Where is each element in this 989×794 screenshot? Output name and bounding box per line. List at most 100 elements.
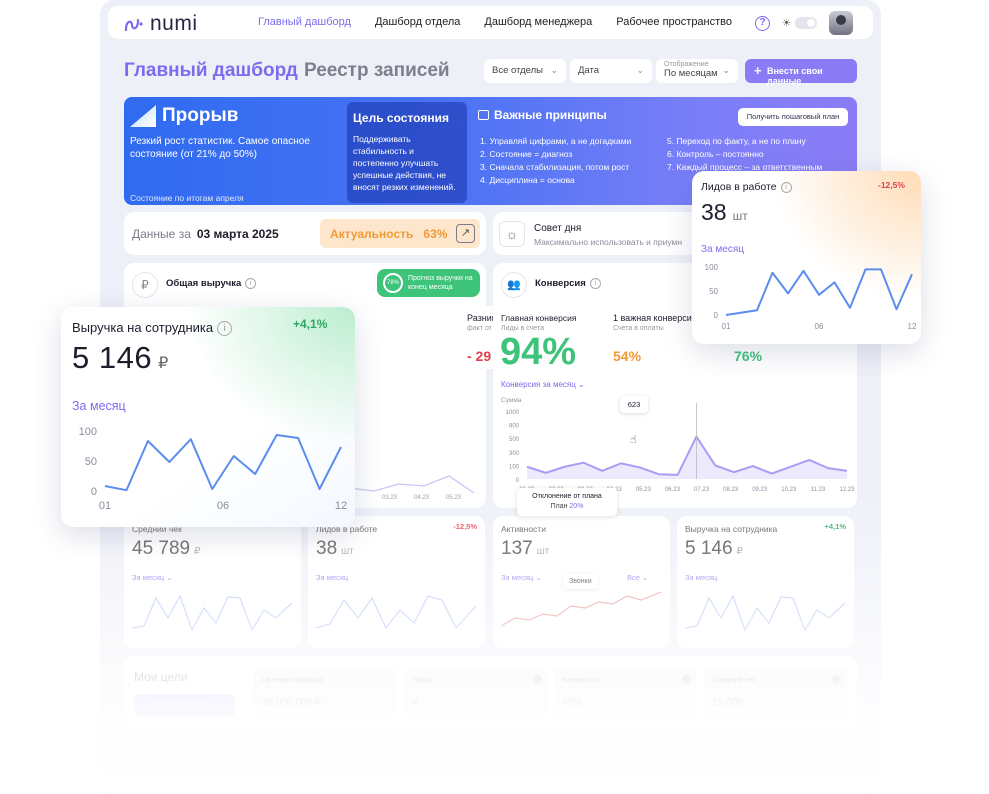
conversion-title: Конверсия (535, 278, 586, 290)
leads-card: Лидов в работе -12,5% 38 шт За месяц (308, 516, 485, 648)
revenue-per-employee-chart: 100 50 001 06 12 (79, 426, 347, 512)
month-select[interactable]: За месяц ⌄ (501, 573, 542, 582)
goal-item: Лиды 4 (405, 668, 548, 718)
x-tick-label: 08.23 (723, 487, 739, 493)
principle-item: 1. Управляй цифрами, а не догадками (480, 136, 632, 146)
card-unit: шт (536, 546, 550, 557)
logo[interactable]: numi (124, 12, 198, 36)
info-icon[interactable]: i (589, 278, 601, 289)
x-tick-label: 05.23 (636, 487, 652, 493)
chevron-down-icon: ⌄ (550, 65, 558, 75)
actuality-value: 63% (423, 227, 448, 241)
date-select-value: Дата (578, 65, 600, 76)
leads-chart: 100 50 001 06 12 (705, 263, 917, 331)
principle-item: 4. Дисциплина = основа (480, 175, 575, 185)
goal-value: 4 (413, 697, 419, 708)
chat-icon (478, 110, 489, 120)
revenue-per-employee-popup: Выручка на сотрудника i +4,1% 5 146 ₽ За м… (61, 307, 355, 527)
edit-goals-button[interactable]: Редактировать (134, 694, 235, 717)
y-tick-label: 300 (509, 451, 520, 457)
popup-value: 38 (701, 199, 727, 225)
principle-item: 2. Состояние = диагноз (480, 149, 573, 159)
nav-links: Главный дашборд Дашборд отдела Дашборд м… (258, 16, 732, 28)
activity-tooltip: Звонки (563, 574, 598, 589)
card-title: Активности (501, 524, 546, 534)
nav-main-dashboard[interactable]: Главный дашборд (258, 16, 351, 28)
chevron-down-icon: ⌄ (722, 65, 730, 75)
x-tick-label: 01 (99, 500, 111, 512)
y-tick-label: 100 (509, 464, 520, 470)
principles-left: 1. Управляй цифрами, а не догадками 2. С… (480, 135, 631, 187)
goal-label: Конверсия (562, 675, 599, 684)
month-select[interactable]: За месяц (316, 573, 348, 582)
tip-text: Максимально использовать и приумн (534, 237, 683, 247)
popup-value: 5 146 (72, 340, 153, 375)
nav-right: ? ☀ (755, 11, 853, 35)
goal-value: 30 000 000 ₽ (262, 697, 322, 708)
revenue-per-employee-card: Выручка на сотрудника +4,1% 5 146 ₽ За ме… (677, 516, 854, 648)
add-data-button[interactable]: Внести свои данные (745, 59, 857, 86)
get-plan-button[interactable]: Получить пошаговый план (738, 108, 848, 126)
theme-toggle[interactable] (795, 17, 817, 29)
sun-icon: ☼ (499, 221, 525, 247)
x-tick-label: 06 (217, 500, 229, 512)
growth-icon (130, 105, 156, 127)
info-icon[interactable]: i (217, 321, 233, 337)
principles-title: Важные принципы (494, 108, 607, 122)
info-icon[interactable]: i (245, 278, 257, 289)
month-select[interactable]: За месяц ⌄ (132, 573, 173, 582)
theme-switch[interactable]: ☀ (782, 17, 817, 29)
page-title[interactable]: Главный дашборд (124, 60, 298, 82)
state-block: Прорыв Резкий рост статистик. Самое опас… (130, 105, 340, 203)
y-tick-label: 100 (705, 263, 719, 272)
arrow-up-right-icon[interactable]: ↗ (456, 224, 475, 243)
popup-month[interactable]: За месяц (701, 244, 744, 255)
avg-check-card: Средний чек 45 789 ₽ За месяц ⌄ (124, 516, 301, 648)
conversion-month-select[interactable]: Конверсия за месяц ⌄ (501, 380, 585, 389)
xtick: 05.23 (446, 495, 462, 501)
nav-dept-dashboard[interactable]: Дашборд отдела (375, 16, 460, 28)
help-icon[interactable]: ? (755, 15, 771, 31)
y-tick-label: 0 (91, 486, 97, 498)
conversion-month-label: Конверсия за месяц (501, 380, 576, 389)
y-tick-label: 800 (509, 424, 520, 430)
forecast-badge[interactable]: 78% Прогноз выручки на конец месяца (377, 269, 480, 297)
chevron-down-icon: ⌄ (636, 65, 644, 75)
goal-item: Конверсия 40% (554, 668, 697, 718)
month-label: За месяц (685, 573, 718, 582)
display-select[interactable]: Отображение По месяцам ⌄ (656, 59, 738, 83)
goals-card: Мои цели Редактировать Целевая прибыль 30… (124, 656, 857, 728)
actuality-label: Актуальность (330, 227, 414, 241)
nav-workspace[interactable]: Рабочее пространство (616, 16, 732, 28)
month-label: За месяц (501, 573, 534, 582)
deviation-plan-value: 20% (569, 503, 584, 510)
cursor-icon: ☝ (630, 434, 637, 446)
activity-filter-value: Все (627, 573, 640, 582)
card-unit: ₽ (194, 546, 201, 557)
popup-unit: ₽ (158, 355, 169, 372)
leads-popup: Лидов в работе i -12,5% 38 шт За месяц 100… (692, 171, 921, 344)
xtick: 04.23 (414, 495, 430, 501)
month-select[interactable]: За месяц (685, 573, 717, 582)
popup-title: Выручка на сотрудника (72, 320, 214, 335)
dept-select[interactable]: Все отделы ⌄ (484, 59, 566, 83)
tab-registry[interactable]: Реестр записей (304, 60, 450, 82)
card-value: 45 789 (132, 538, 191, 559)
date-select[interactable]: Дата ⌄ (570, 59, 652, 83)
forecast-progress: 78% (383, 273, 403, 293)
nav-manager-dashboard[interactable]: Дашборд менеджера (484, 16, 592, 28)
y-tick-label: 50 (85, 456, 97, 468)
info-icon[interactable]: i (780, 181, 792, 193)
logo-text: numi (150, 12, 198, 35)
activities-card: Активности 137 шт За месяц ⌄ Все ⌄ Звонки (493, 516, 670, 648)
avatar[interactable] (829, 11, 853, 35)
card-title: Выручка на сотрудника (685, 524, 778, 534)
tip-card: ☼ Совет дня Максимально использовать и п… (493, 212, 703, 255)
check-icon (533, 675, 542, 684)
sparkline (315, 595, 477, 630)
chart-point-tooltip: 623 (620, 396, 648, 413)
goal-text: Поддерживать стабильность и постепенно у… (353, 134, 456, 192)
activity-filter[interactable]: Все ⌄ (627, 573, 648, 582)
actuality-badge[interactable]: Актуальность 63% ↗ (320, 219, 480, 248)
popup-month[interactable]: За месяц (72, 399, 126, 413)
